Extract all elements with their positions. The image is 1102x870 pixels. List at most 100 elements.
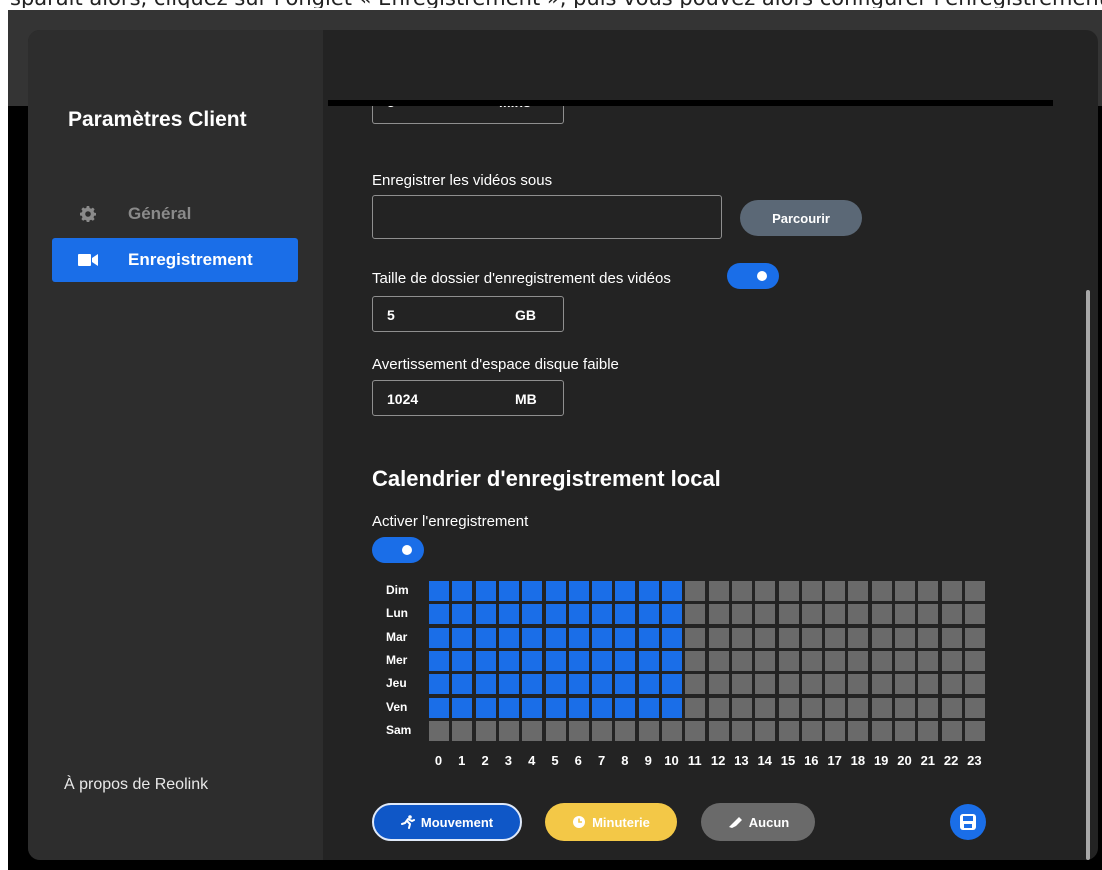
schedule-cell[interactable] [848, 720, 869, 741]
schedule-cell[interactable] [755, 581, 776, 601]
schedule-cell[interactable] [941, 581, 962, 601]
schedule-cell[interactable] [662, 604, 682, 625]
schedule-cell[interactable] [498, 650, 519, 671]
schedule-cell[interactable] [918, 581, 939, 601]
schedule-cell[interactable] [801, 697, 822, 718]
schedule-cell[interactable] [871, 720, 892, 741]
schedule-cell[interactable] [475, 697, 496, 718]
schedule-cell[interactable] [895, 627, 915, 648]
schedule-cell[interactable] [475, 627, 496, 648]
schedule-cell[interactable] [638, 674, 659, 695]
schedule-cell[interactable] [522, 697, 543, 718]
folder-size-input[interactable]: 5 GB [372, 296, 564, 332]
schedule-cell[interactable] [475, 604, 496, 625]
schedule-cell[interactable] [778, 627, 799, 648]
schedule-cell[interactable] [685, 604, 706, 625]
schedule-cell[interactable] [568, 650, 589, 671]
schedule-cell[interactable] [731, 697, 752, 718]
schedule-cell[interactable] [825, 604, 846, 625]
schedule-cell[interactable] [918, 720, 939, 741]
schedule-cell[interactable] [662, 674, 682, 695]
schedule-cell[interactable] [941, 627, 962, 648]
schedule-cell[interactable] [964, 627, 985, 648]
schedule-cell[interactable] [685, 650, 706, 671]
schedule-cell[interactable] [638, 604, 659, 625]
schedule-cell[interactable] [895, 581, 915, 601]
schedule-cell[interactable] [964, 650, 985, 671]
schedule-cell[interactable] [545, 627, 566, 648]
schedule-cell[interactable] [755, 697, 776, 718]
schedule-cell[interactable] [475, 674, 496, 695]
schedule-cell[interactable] [615, 627, 636, 648]
schedule-cell[interactable] [545, 674, 566, 695]
schedule-cell[interactable] [801, 604, 822, 625]
schedule-cell[interactable] [475, 650, 496, 671]
schedule-cell[interactable] [941, 604, 962, 625]
schedule-cell[interactable] [592, 674, 613, 695]
schedule-cell[interactable] [964, 581, 985, 601]
schedule-cell[interactable] [731, 627, 752, 648]
schedule-cell[interactable] [755, 604, 776, 625]
browse-button[interactable]: Parcourir [740, 200, 862, 236]
schedule-cell[interactable] [522, 720, 543, 741]
schedule-cell[interactable] [452, 581, 473, 601]
motion-button[interactable]: Mouvement [372, 803, 522, 841]
schedule-cell[interactable] [498, 697, 519, 718]
schedule-cell[interactable] [941, 720, 962, 741]
sidebar-item-general[interactable]: Général [52, 192, 298, 236]
schedule-cell[interactable] [731, 650, 752, 671]
scrollbar[interactable] [1086, 290, 1090, 860]
schedule-cell[interactable] [568, 697, 589, 718]
about-link[interactable]: À propos de Reolink [64, 776, 208, 794]
schedule-cell[interactable] [848, 650, 869, 671]
schedule-cell[interactable] [848, 674, 869, 695]
schedule-cell[interactable] [964, 720, 985, 741]
save-button[interactable] [950, 804, 986, 840]
schedule-cell[interactable] [778, 720, 799, 741]
schedule-cell[interactable] [452, 650, 473, 671]
schedule-cell[interactable] [615, 604, 636, 625]
schedule-cell[interactable] [755, 674, 776, 695]
schedule-cell[interactable] [429, 650, 449, 671]
schedule-cell[interactable] [592, 627, 613, 648]
schedule-cell[interactable] [895, 674, 915, 695]
schedule-cell[interactable] [755, 627, 776, 648]
schedule-cell[interactable] [895, 720, 915, 741]
schedule-cell[interactable] [731, 581, 752, 601]
schedule-cell[interactable] [801, 627, 822, 648]
schedule-cell[interactable] [522, 581, 543, 601]
schedule-cell[interactable] [452, 720, 473, 741]
schedule-cell[interactable] [568, 604, 589, 625]
schedule-cell[interactable] [545, 720, 566, 741]
schedule-cell[interactable] [638, 720, 659, 741]
schedule-cell[interactable] [475, 720, 496, 741]
schedule-cell[interactable] [871, 674, 892, 695]
schedule-cell[interactable] [568, 720, 589, 741]
schedule-cell[interactable] [801, 674, 822, 695]
schedule-cell[interactable] [592, 697, 613, 718]
schedule-cell[interactable] [429, 581, 449, 601]
schedule-cell[interactable] [825, 674, 846, 695]
schedule-cell[interactable] [825, 581, 846, 601]
schedule-cell[interactable] [685, 581, 706, 601]
folder-size-toggle[interactable] [727, 263, 779, 289]
schedule-cell[interactable] [778, 697, 799, 718]
schedule-cell[interactable] [871, 650, 892, 671]
schedule-cell[interactable] [475, 581, 496, 601]
schedule-cell[interactable] [778, 604, 799, 625]
schedule-cell[interactable] [592, 650, 613, 671]
schedule-cell[interactable] [662, 650, 682, 671]
schedule-cell[interactable] [941, 674, 962, 695]
schedule-cell[interactable] [429, 627, 449, 648]
none-button[interactable]: Aucun [701, 803, 815, 841]
schedule-cell[interactable] [755, 650, 776, 671]
schedule-cell[interactable] [592, 720, 613, 741]
schedule-cell[interactable] [848, 581, 869, 601]
schedule-cell[interactable] [568, 674, 589, 695]
schedule-cell[interactable] [895, 650, 915, 671]
sidebar-item-recording[interactable]: Enregistrement [52, 238, 298, 282]
schedule-cell[interactable] [662, 697, 682, 718]
schedule-cell[interactable] [848, 627, 869, 648]
schedule-cell[interactable] [498, 627, 519, 648]
schedule-cell[interactable] [708, 650, 729, 671]
